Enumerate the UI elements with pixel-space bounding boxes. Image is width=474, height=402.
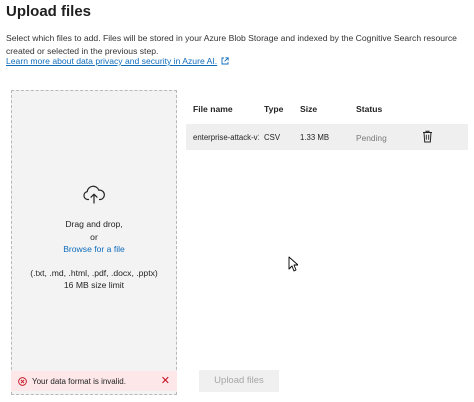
file-dropzone[interactable]: Drag and drop, or Browse for a file (.tx… [11, 90, 177, 395]
file-types-text: (.txt, .md, .html, .pdf, .docx, .pptx) [30, 267, 158, 278]
column-header-status: Status [356, 104, 383, 114]
file-status-cell: Pending [356, 132, 387, 143]
file-type-cell: CSV [264, 133, 281, 142]
privacy-link-text[interactable]: Learn more about data privacy and securi… [6, 56, 217, 66]
upload-files-button[interactable]: Upload files [199, 370, 279, 392]
error-circle-icon [18, 376, 27, 386]
size-limit-text: 16 MB size limit [63, 280, 125, 290]
delete-icon[interactable] [422, 130, 433, 145]
browse-file-link[interactable]: Browse for a file [12, 243, 176, 256]
column-header-type: Type [264, 104, 284, 114]
drag-drop-text: Drag and drop, [65, 219, 123, 229]
error-banner: Your data format is invalid. ✕ [11, 371, 177, 391]
or-text: or [90, 231, 98, 242]
column-header-file-name: File name [193, 104, 233, 114]
page-title: Upload files [6, 3, 92, 20]
error-message: Your data format is invalid. [32, 376, 126, 386]
column-header-size: Size [300, 104, 318, 114]
mouse-cursor-icon [288, 256, 299, 277]
cloud-upload-icon [12, 184, 176, 206]
close-icon[interactable]: ✕ [161, 375, 170, 387]
external-link-icon [221, 57, 229, 67]
page-description: Select which files to add. Files will be… [6, 33, 457, 56]
file-table-header: File name Type Size Status [186, 104, 468, 118]
table-row: enterprise-attack-v14 CSV 1.33 MB Pendin… [186, 124, 468, 150]
file-name-cell: enterprise-attack-v14 [193, 133, 259, 142]
file-size-cell: 1.33 MB [300, 133, 330, 142]
privacy-link[interactable]: Learn more about data privacy and securi… [6, 56, 229, 67]
